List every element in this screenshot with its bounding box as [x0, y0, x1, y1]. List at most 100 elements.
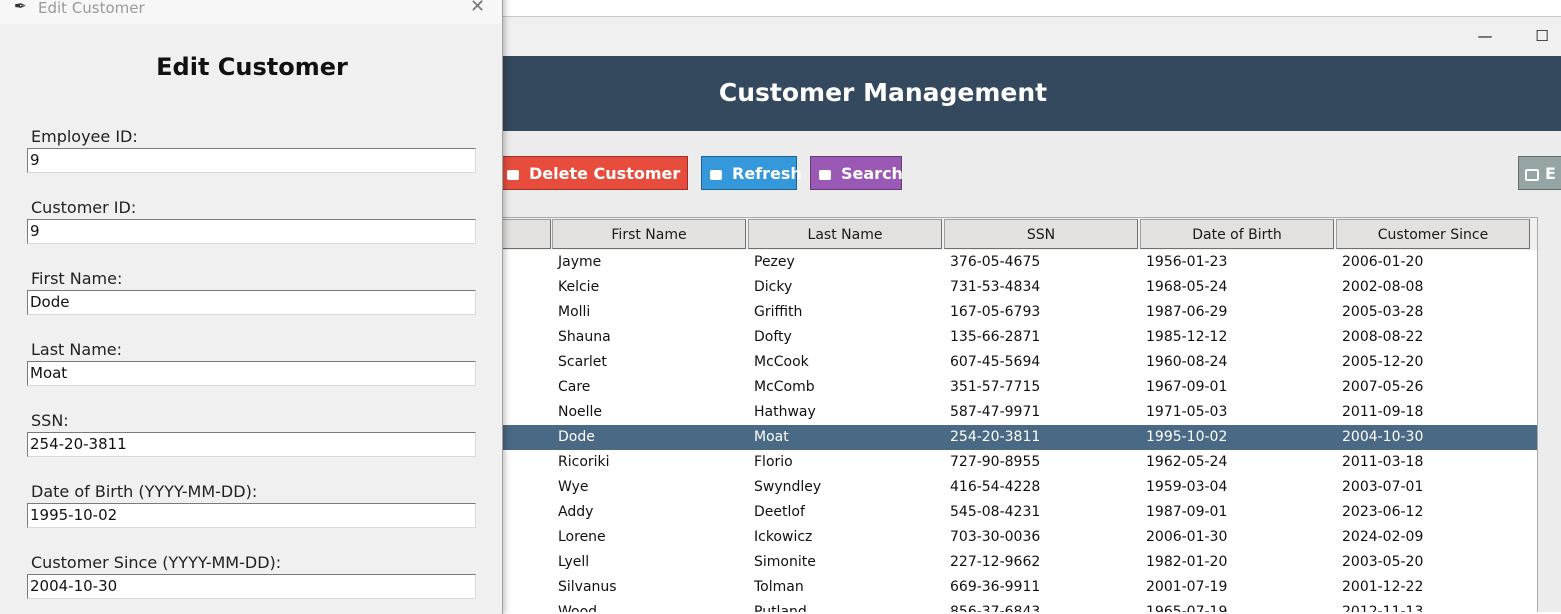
cell-date-of-birth: 1959-03-04 — [1146, 479, 1228, 495]
column-header-first-name[interactable]: First Name — [552, 219, 746, 249]
table-row[interactable]: Molli Griffith 167-05-6793 1987-06-29 2005-0… — [481, 300, 1537, 325]
cell-customer-since: 2008-08-22 — [1342, 329, 1424, 345]
table-row[interactable]: Jayme Pezey 376-05-4675 1956-01-23 2006-01-2… — [481, 250, 1537, 275]
last-name-label: Last Name: — [31, 340, 123, 359]
customer-since-input[interactable]: 2004-10-30 — [27, 574, 476, 599]
employee-id-label: Employee ID: — [31, 127, 138, 146]
minimize-button[interactable]: — — [1474, 25, 1496, 47]
cell-first-name: Addy — [558, 504, 594, 520]
cell-customer-since: 2002-08-08 — [1342, 279, 1424, 295]
table-body: Jayme Pezey 376-05-4675 1956-01-23 2006-01-2… — [481, 250, 1537, 612]
cell-last-name: Dicky — [754, 279, 793, 295]
column-header-customer-since[interactable]: Customer Since — [1336, 219, 1530, 249]
customer-id-label: Customer ID: — [31, 198, 137, 217]
table-row[interactable]: Noelle Hathway 587-47-9971 1971-05-03 2011-0… — [481, 400, 1537, 425]
table-row[interactable]: Scarlet McCook 607-45-5694 1960-08-24 2005-1… — [481, 350, 1537, 375]
ssn-label: SSN: — [31, 411, 69, 430]
cell-customer-since: 2003-05-20 — [1342, 554, 1424, 570]
cell-customer-since: 2011-09-18 — [1342, 404, 1424, 420]
table-row[interactable]: Lyell Simonite 227-12-9662 1982-01-20 2003-0… — [481, 550, 1537, 575]
cell-first-name: Dode — [558, 429, 595, 445]
table-row[interactable]: Care McComb 351-57-7715 1967-09-01 2007-05-2… — [481, 375, 1537, 400]
delete-customer-label: Delete Customer — [529, 164, 681, 183]
cell-customer-since: 2004-10-30 — [1342, 429, 1424, 445]
employee-id-input[interactable]: 9 — [27, 148, 476, 173]
search-icon — [819, 169, 831, 180]
table-row[interactable]: Ricoriki Florio 727-90-8955 1962-05-24 2011-… — [481, 450, 1537, 475]
cell-last-name: McCook — [754, 354, 809, 370]
customer-table[interactable]: First Name Last Name SSN Date of Birth C… — [480, 217, 1538, 612]
close-icon[interactable]: ✕ — [470, 0, 485, 17]
ssn-input[interactable]: 254-20-3811 — [27, 432, 476, 457]
cell-date-of-birth: 1971-05-03 — [1146, 404, 1228, 420]
table-row[interactable]: Dode Moat 254-20-3811 1995-10-02 2004-10-30 — [481, 425, 1537, 450]
cell-last-name: Hathway — [754, 404, 816, 420]
cell-first-name: Care — [558, 379, 591, 395]
refresh-label: Refresh — [732, 164, 802, 183]
cell-last-name: Tolman — [754, 579, 804, 595]
cell-last-name: Dofty — [754, 329, 792, 345]
date-of-birth-input[interactable]: 1995-10-02 — [27, 503, 476, 528]
date-of-birth-label: Date of Birth (YYYY-MM-DD): — [31, 482, 258, 501]
cell-ssn: 376-05-4675 — [950, 254, 1041, 270]
cell-ssn: 727-90-8955 — [950, 454, 1041, 470]
customer-id-input[interactable]: 9 — [27, 219, 476, 244]
table-row[interactable]: Wye Swyndley 416-54-4228 1959-03-04 2003-07-… — [481, 475, 1537, 500]
cell-last-name: Florio — [754, 454, 793, 470]
maximize-button[interactable]: ☐ — [1531, 25, 1553, 47]
cell-first-name: Noelle — [558, 404, 603, 420]
cell-date-of-birth: 2001-07-19 — [1146, 579, 1228, 595]
cell-first-name: Ricoriki — [558, 454, 610, 470]
cell-customer-since: 2011-03-18 — [1342, 454, 1424, 470]
dialog-heading: Edit Customer — [156, 53, 348, 81]
exit-button[interactable]: E — [1518, 156, 1561, 190]
table-row[interactable]: Addy Deetlof 545-08-4231 1987-09-01 2023-06-… — [481, 500, 1537, 525]
feather-icon: ✒ — [14, 0, 27, 15]
cell-first-name: Silvanus — [558, 579, 617, 595]
cell-last-name: Swyndley — [754, 479, 822, 495]
cell-first-name: Scarlet — [558, 354, 607, 370]
cell-customer-since: 2006-01-20 — [1342, 254, 1424, 270]
column-header-ssn[interactable]: SSN — [944, 219, 1138, 249]
exit-label: E — [1545, 164, 1556, 183]
cell-customer-since: 2007-05-26 — [1342, 379, 1424, 395]
table-row[interactable]: Lorene Ickowicz 703-30-0036 2006-01-30 2024-… — [481, 525, 1537, 550]
table-row[interactable]: Shauna Dofty 135-66-2871 1985-12-12 2008-08-… — [481, 325, 1537, 350]
cell-date-of-birth: 1962-05-24 — [1146, 454, 1228, 470]
column-header-last-name[interactable]: Last Name — [748, 219, 942, 249]
dialog-titlebar: ✒ Edit Customer ✕ — [0, 0, 502, 24]
cell-first-name: Shauna — [558, 329, 611, 345]
dialog-window-title: Edit Customer — [38, 0, 145, 17]
refresh-button[interactable]: Refresh — [701, 156, 802, 190]
cell-ssn: 254-20-3811 — [950, 429, 1041, 445]
cell-date-of-birth: 1995-10-02 — [1146, 429, 1228, 445]
cell-date-of-birth: 1985-12-12 — [1146, 329, 1228, 345]
cell-first-name: Wye — [558, 479, 589, 495]
cell-date-of-birth: 1960-08-24 — [1146, 354, 1228, 370]
delete-customer-button[interactable]: Delete Customer — [494, 156, 688, 190]
cell-ssn: 227-12-9662 — [950, 554, 1041, 570]
table-row[interactable]: Kelcie Dicky 731-53-4834 1968-05-24 2002-08-… — [481, 275, 1537, 300]
cell-ssn: 607-45-5694 — [950, 354, 1041, 370]
cell-ssn: 351-57-7715 — [950, 379, 1041, 395]
refresh-icon — [710, 169, 722, 180]
search-button[interactable]: Search — [810, 156, 903, 190]
cell-first-name: Lyell — [558, 554, 590, 570]
cell-date-of-birth: 1982-01-20 — [1146, 554, 1228, 570]
cell-last-name: Griffith — [754, 304, 803, 320]
last-name-input[interactable]: Moat — [27, 361, 476, 386]
first-name-input[interactable]: Dode — [27, 290, 476, 315]
first-name-label: First Name: — [31, 269, 123, 288]
cell-ssn: 167-05-6793 — [950, 304, 1041, 320]
cell-last-name: Ickowicz — [754, 529, 813, 545]
table-row[interactable]: Wood Putland 856-37-6843 1965-07-19 2012-11-… — [481, 600, 1537, 612]
table-row[interactable]: Silvanus Tolman 669-36-9911 2001-07-19 2001-… — [481, 575, 1537, 600]
cell-customer-since: 2003-07-01 — [1342, 479, 1424, 495]
cell-date-of-birth: 1956-01-23 — [1146, 254, 1228, 270]
table-header: First Name Last Name SSN Date of Birth C… — [481, 218, 1537, 250]
cell-customer-since: 2024-02-09 — [1342, 529, 1424, 545]
cell-last-name: Pezey — [754, 254, 795, 270]
column-header-date-of-birth[interactable]: Date of Birth — [1140, 219, 1334, 249]
cell-first-name: Molli — [558, 304, 591, 320]
cell-last-name: Deetlof — [754, 504, 805, 520]
